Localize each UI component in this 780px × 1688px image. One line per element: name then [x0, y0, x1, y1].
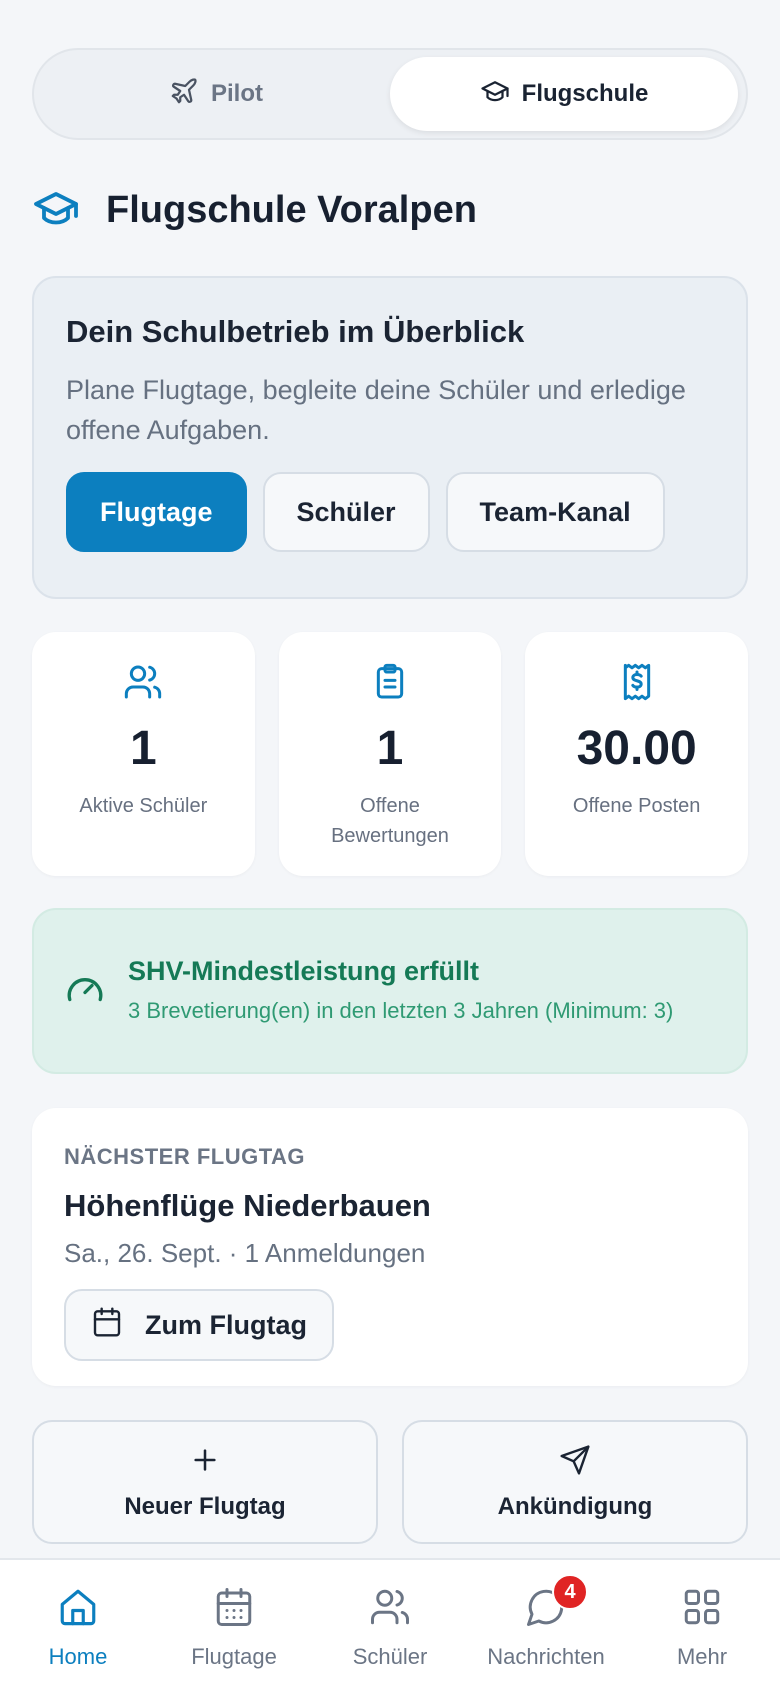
- overview-buttons: Flugtage Schüler Team-Kanal: [66, 472, 714, 552]
- calendar-icon: [213, 1586, 255, 1634]
- next-flight-day-kicker: NÄCHSTER FLUGTAG: [64, 1144, 306, 1169]
- graduation-cap-icon: [32, 184, 80, 237]
- gauge-icon: [64, 968, 106, 1015]
- announcement-label: Ankündigung: [497, 1492, 653, 1520]
- mode-school-button[interactable]: Flugschule: [390, 57, 738, 131]
- stat-active-students[interactable]: 1 Aktive Schüler: [32, 632, 255, 876]
- mode-switch: Pilot Flugschule: [32, 48, 748, 140]
- graduation-cap-icon: [480, 76, 510, 113]
- shv-title: SHV-Mindestleistung erfüllt: [128, 955, 480, 986]
- go-to-flight-day-button[interactable]: Zum Flugtag: [64, 1289, 334, 1361]
- next-flight-day-meta: Sa., 26. Sept. · 1 Anmeldungen: [64, 1238, 426, 1268]
- team-channel-button[interactable]: Team-Kanal: [445, 472, 665, 552]
- next-flight-day-name: Höhenflüge Niederbauen: [64, 1188, 431, 1223]
- stat-label: Aktive Schüler: [79, 795, 208, 817]
- calendar-icon: [91, 1306, 123, 1345]
- users-icon: [369, 1586, 411, 1634]
- school-name: Flugschule Voralpen: [106, 188, 477, 231]
- flight-days-button[interactable]: Flugtage: [66, 472, 247, 552]
- tab-more[interactable]: Mehr: [624, 1560, 780, 1688]
- new-flight-day-label: Neuer Flugtag: [124, 1492, 286, 1520]
- home-icon: [57, 1586, 99, 1634]
- overview-card: Dein Schulbetrieb im Überblick Plane Flu…: [32, 276, 748, 599]
- tab-label: Flugtage: [191, 1644, 277, 1669]
- stat-label: Offene Bewertungen: [331, 795, 449, 847]
- mode-pilot-label: Pilot: [211, 80, 263, 107]
- students-button[interactable]: Schüler: [262, 472, 430, 552]
- stat-label: Offene Posten: [572, 795, 701, 817]
- tab-home[interactable]: Home: [0, 1560, 156, 1688]
- tab-label: Mehr: [676, 1644, 728, 1669]
- page-title: Flugschule Voralpen: [32, 180, 477, 240]
- stat-value: 1: [376, 722, 404, 775]
- next-flight-day-card: NÄCHSTER FLUGTAG Höhenflüge Niederbauen …: [32, 1108, 748, 1386]
- unread-badge: 4: [552, 1574, 588, 1610]
- tab-students[interactable]: Schüler: [312, 1560, 468, 1688]
- tab-messages[interactable]: 4 Nachrichten: [468, 1560, 624, 1688]
- overview-description: Plane Flugtage, begleite deine Schüler u…: [66, 375, 686, 445]
- overview-title: Dein Schulbetrieb im Überblick: [66, 314, 525, 349]
- stat-open-reviews[interactable]: 1 Offene Bewertungen: [278, 632, 502, 876]
- announcement-button[interactable]: Ankündigung: [402, 1420, 748, 1544]
- users-icon: [123, 662, 163, 707]
- receipt-dollar-icon: [617, 662, 657, 707]
- plane-icon: [169, 76, 199, 113]
- stat-value: 30.00: [576, 722, 697, 775]
- tab-flight-days[interactable]: Flugtage: [156, 1560, 312, 1688]
- send-icon: [559, 1444, 591, 1483]
- shv-status-card: SHV-Mindestleistung erfüllt 3 Brevetieru…: [32, 908, 748, 1074]
- stat-open-items[interactable]: 30.00 Offene Posten: [525, 632, 749, 876]
- shv-detail: 3 Brevetierung(en) in den letzten 3 Jahr…: [128, 997, 674, 1023]
- stats-row: 1 Aktive Schüler 1 Offene Bewertungen 30…: [32, 632, 749, 876]
- tab-label: Schüler: [352, 1644, 428, 1669]
- tab-label: Nachrichten: [487, 1644, 605, 1669]
- new-flight-day-button[interactable]: Neuer Flugtag: [32, 1420, 378, 1544]
- mode-pilot-button[interactable]: Pilot: [42, 57, 390, 131]
- grid-icon: [681, 1586, 723, 1634]
- clipboard-icon: [370, 662, 410, 707]
- stat-value: 1: [129, 722, 157, 775]
- plus-icon: [189, 1444, 221, 1483]
- tab-label: Home: [48, 1644, 108, 1669]
- mode-school-label: Flugschule: [521, 80, 649, 107]
- quick-actions: Neuer Flugtag Ankündigung: [32, 1420, 748, 1544]
- go-to-flight-day-label: Zum Flugtag: [145, 1309, 307, 1340]
- bottom-tab-bar: Home Flugtage Schüler 4 Nachrichten Mehr: [0, 1558, 780, 1688]
